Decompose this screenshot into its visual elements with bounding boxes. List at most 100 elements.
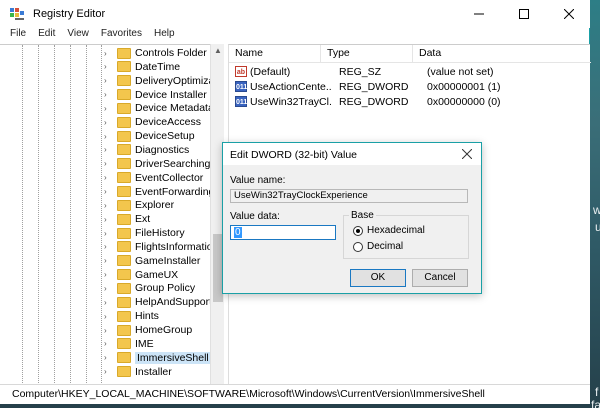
tree-item[interactable]: › Ext (104, 212, 150, 226)
minimize-button[interactable] (456, 0, 501, 28)
tree-item[interactable]: › Controls Folder (104, 46, 207, 60)
expand-arrow-icon[interactable]: › (104, 256, 113, 265)
tree-item[interactable]: › Diagnostics (104, 143, 189, 157)
hexadecimal-radio[interactable] (353, 225, 363, 236)
expand-arrow-icon[interactable]: › (104, 145, 113, 154)
tree-item[interactable]: › DeliveryOptimizatio (104, 74, 224, 88)
tree-item[interactable]: › Hints (104, 309, 159, 323)
tree-item[interactable]: › EventForwarding (104, 185, 214, 199)
tree-item[interactable]: › DateTime (104, 60, 180, 74)
tree-item[interactable]: › DriverSearching (104, 157, 210, 171)
expand-arrow-icon[interactable]: › (104, 284, 113, 293)
expand-arrow-icon[interactable]: › (104, 159, 113, 168)
string-value-icon: ab (235, 66, 247, 77)
folder-icon (117, 296, 131, 308)
expand-arrow-icon[interactable]: › (104, 104, 113, 113)
tree-item[interactable]: › ImmersiveShell (104, 351, 211, 365)
dialog-title-bar[interactable]: Edit DWORD (32-bit) Value (223, 143, 481, 165)
tree-item[interactable]: › GameUX (104, 268, 178, 282)
expand-arrow-icon[interactable]: › (104, 326, 113, 335)
close-button[interactable] (546, 0, 591, 28)
tree-item-label: DateTime (135, 60, 181, 73)
expand-arrow-icon[interactable]: › (104, 173, 113, 182)
expand-arrow-icon[interactable]: › (104, 76, 113, 85)
folder-icon (117, 116, 131, 128)
value-row[interactable]: 011 UseActionCente... REG_DWORD 0x000000… (229, 79, 591, 94)
folder-icon (117, 61, 131, 73)
tree-item-label: Diagnostics (135, 143, 190, 156)
tree-item-label: DriverSearching (135, 157, 211, 170)
tree-guide-line (86, 45, 87, 384)
tree-item[interactable]: › DeviceSetup (104, 129, 195, 143)
menu-favorites[interactable]: Favorites (95, 28, 148, 42)
base-group (343, 215, 469, 259)
menu-file[interactable]: File (4, 28, 32, 42)
expand-arrow-icon[interactable]: › (104, 118, 113, 127)
expand-arrow-icon[interactable]: › (104, 270, 113, 279)
value-row[interactable]: ab (Default) REG_SZ (value not set) (229, 64, 591, 79)
decimal-radio[interactable] (353, 241, 363, 252)
desktop-text: u (595, 220, 600, 234)
tree-item[interactable]: › FlightsInformation (104, 240, 218, 254)
expand-arrow-icon[interactable]: › (104, 353, 113, 362)
tree-item[interactable]: › EventCollector (104, 171, 203, 185)
close-icon (462, 149, 472, 159)
value-type: REG_DWORD (339, 95, 409, 108)
minimize-icon (473, 13, 484, 15)
tree-item-label: IME (135, 337, 154, 350)
expand-arrow-icon[interactable]: › (104, 339, 113, 348)
hexadecimal-option[interactable]: Hexadecimal (353, 225, 425, 236)
tree-item-label: Device Installer (135, 88, 207, 101)
tree-item-label: Device Metadata (135, 102, 214, 115)
menu-bar: File Edit View Favorites Help (0, 28, 590, 42)
column-data[interactable]: Data (413, 45, 591, 63)
menu-edit[interactable]: Edit (32, 28, 61, 42)
tree-item-label: Explorer (135, 199, 175, 212)
column-name[interactable]: Name (229, 45, 321, 63)
dialog-close-button[interactable] (455, 144, 479, 164)
tree-item[interactable]: › Device Metadata (104, 101, 214, 115)
value-row[interactable]: 011 UseWin32TrayCl... REG_DWORD 0x000000… (229, 94, 591, 109)
expand-arrow-icon[interactable]: › (104, 201, 113, 210)
tree-item[interactable]: › HelpAndSupport (104, 295, 212, 309)
tree-item[interactable]: › HomeGroup (104, 323, 192, 337)
expand-arrow-icon[interactable]: › (104, 90, 113, 99)
edit-dword-dialog: Edit DWORD (32-bit) Value Value name: Us… (222, 142, 482, 294)
expand-arrow-icon[interactable]: › (104, 312, 113, 321)
menu-help[interactable]: Help (148, 28, 181, 42)
column-type[interactable]: Type (321, 45, 413, 63)
expand-arrow-icon[interactable]: › (104, 215, 113, 224)
expand-arrow-icon[interactable]: › (104, 298, 113, 307)
value-data-input[interactable]: 0 (230, 225, 336, 240)
ok-button[interactable]: OK (350, 269, 406, 287)
maximize-button[interactable] (501, 0, 546, 28)
tree-item-label: Installer (135, 365, 172, 378)
decimal-option[interactable]: Decimal (353, 241, 403, 252)
expand-arrow-icon[interactable]: › (104, 367, 113, 376)
tree-item[interactable]: › GameInstaller (104, 254, 200, 268)
menu-view[interactable]: View (61, 28, 95, 42)
expand-arrow-icon[interactable]: › (104, 242, 113, 251)
tree-item[interactable]: › Device Installer (104, 88, 207, 102)
title-bar[interactable]: Registry Editor (0, 0, 590, 28)
tree-item[interactable]: › Installer (104, 365, 172, 379)
cancel-button[interactable]: Cancel (412, 269, 468, 287)
dword-value-icon: 011 (235, 81, 247, 92)
expand-arrow-icon[interactable]: › (104, 187, 113, 196)
folder-icon (117, 75, 131, 87)
tree-item[interactable]: › DeviceAccess (104, 115, 201, 129)
scroll-up-arrow-icon[interactable]: ▲ (214, 46, 222, 55)
expand-arrow-icon[interactable]: › (104, 49, 113, 58)
tree-item[interactable]: › IME (104, 337, 154, 351)
key-tree[interactable]: › Controls Folder › DateTime › DeliveryOptimi… (0, 44, 224, 384)
expand-arrow-icon[interactable]: › (104, 62, 113, 71)
maximize-icon (518, 9, 529, 19)
expand-arrow-icon[interactable]: › (104, 229, 113, 238)
expand-arrow-icon[interactable]: › (104, 132, 113, 141)
values-header: Name Type Data (229, 45, 591, 63)
tree-item[interactable]: › FileHistory (104, 226, 185, 240)
tree-item[interactable]: › Explorer (104, 198, 174, 212)
tree-item[interactable]: › Group Policy (104, 281, 195, 295)
tree-item-label: GameInstaller (135, 254, 201, 267)
value-type: REG_DWORD (339, 80, 409, 93)
